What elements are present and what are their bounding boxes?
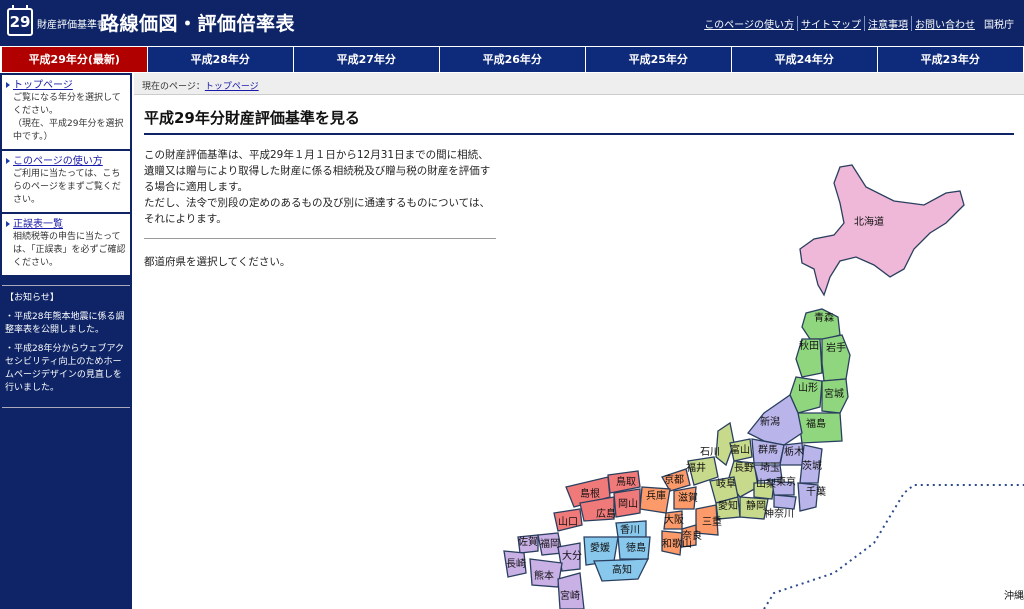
label-kyoto[interactable]: 京都 [664, 473, 684, 486]
label-oita[interactable]: 大分 [562, 549, 582, 562]
contact-link[interactable]: お問い合わせ [912, 16, 978, 31]
label-okayama[interactable]: 岡山 [618, 498, 638, 510]
label-chiba[interactable]: 千葉 [806, 485, 826, 498]
label-yamaguchi[interactable]: 山口 [558, 516, 578, 528]
calendar-logo-icon: 29 [7, 5, 33, 36]
sitemap-link[interactable]: サイトマップ [798, 16, 865, 31]
label-shiga[interactable]: 滋賀 [678, 491, 698, 504]
tab-h27[interactable]: 平成27年分 [294, 47, 439, 72]
label-kagawa[interactable]: 香川 [620, 524, 640, 536]
notice-item: ・平成28年熊本地震に係る調整率表を公開しました。 [5, 312, 125, 335]
label-nagano[interactable]: 長野 [734, 462, 754, 474]
breadcrumb-top-link[interactable]: トップページ [205, 82, 259, 92]
utility-nav: このページの使い方 サイトマップ 注意事項 お問い合わせ 国税庁 [701, 16, 1014, 31]
tab-h28[interactable]: 平成28年分 [148, 47, 293, 72]
label-kanagawa[interactable]: 神奈川 [764, 507, 794, 520]
label-shizuoka[interactable]: 静岡 [746, 499, 766, 512]
label-fukui[interactable]: 福井 [686, 461, 706, 474]
agency-link[interactable]: 国税庁 [978, 16, 1014, 31]
label-gifu[interactable]: 岐阜 [716, 477, 736, 490]
sidebar-note: （現在、平成29年分を選択中です。） [13, 119, 124, 142]
sidebar-link-errata[interactable]: 正誤表一覧 [13, 218, 126, 231]
label-hiroshima[interactable]: 広島 [596, 507, 616, 520]
pref-iwate[interactable] [821, 334, 851, 382]
tab-h26[interactable]: 平成26年分 [440, 47, 585, 72]
label-saitama[interactable]: 埼玉 [760, 461, 780, 474]
notice-box: 【お知らせ】 ・平成28年熊本地震に係る調整率表を公開しました。 ・平成28年分… [2, 285, 130, 408]
sidebar-link-usage[interactable]: このページの使い方 [13, 155, 126, 168]
label-miyazaki[interactable]: 宮崎 [560, 589, 580, 602]
label-ehime[interactable]: 愛媛 [590, 541, 610, 554]
sidebar: トップページ ご覧になる年分を選択してください。 （現在、平成29年分を選択中で… [0, 73, 132, 609]
label-tochigi[interactable]: 栃木 [784, 445, 804, 458]
pref-kanagawa[interactable] [773, 494, 797, 510]
label-okinawa[interactable]: 沖縄 [1004, 589, 1024, 602]
sidebar-text: 相続税等の申告に当たっては、「正誤表」を必ずご確認ください。 [13, 232, 126, 268]
label-nagasaki[interactable]: 長崎 [506, 557, 526, 570]
intro-paragraph: ただし、法令で別段の定めのあるもの及び別に通達するものについては、それによります… [144, 197, 490, 225]
pref-hokkaido[interactable] [799, 164, 965, 297]
notice-item: ・平成28年分からウェブアクセシビリティ向上のためホームページデザインの見直しを… [5, 344, 125, 393]
label-iwate[interactable]: 岩手 [826, 341, 846, 354]
label-miyagi[interactable]: 宮城 [824, 387, 844, 400]
intro-paragraph: この財産評価基準は、平成29年１月１日から12月31日までの間に相続、遺贈又は贈… [144, 149, 491, 193]
site-title[interactable]: 路線価図・評価倍率表 [100, 9, 295, 36]
main-content: 現在のページ：トップページ 平成29年分財産評価基準を見る この財産評価基準は、… [134, 73, 1024, 609]
label-tokyo[interactable]: 東京 [776, 475, 796, 488]
label-hokkaido[interactable]: 北海道 [854, 215, 884, 228]
sidebar-text: ご覧になる年分を選択してください。 [13, 93, 121, 116]
label-osaka[interactable]: 大阪 [664, 513, 684, 526]
label-tottori[interactable]: 鳥取 [616, 475, 636, 488]
label-aichi[interactable]: 愛知 [718, 499, 738, 512]
tab-h24[interactable]: 平成24年分 [732, 47, 877, 72]
select-prompt: 都道府県を選択してください。 [144, 256, 291, 268]
breadcrumb: 現在のページ：トップページ [134, 73, 1024, 95]
intro-text: この財産評価基準は、平成29年１月１日から12月31日までの間に相続、遺贈又は贈… [144, 147, 499, 227]
label-aomori[interactable]: 青森 [814, 311, 834, 324]
divider [144, 238, 496, 239]
label-hyogo[interactable]: 兵庫 [646, 489, 666, 502]
label-ibaraki[interactable]: 茨城 [802, 459, 822, 472]
breadcrumb-prefix: 現在のページ： [142, 82, 205, 92]
site-header: 29 財産評価基準書 路線価図・評価倍率表 このページの使い方 サイトマップ 注… [0, 0, 1024, 46]
label-ishikawa[interactable]: 石川 [700, 447, 720, 458]
label-kumamoto[interactable]: 熊本 [534, 569, 554, 582]
tab-h29[interactable]: 平成29年分(最新) [2, 47, 147, 72]
label-tokushima[interactable]: 徳島 [626, 541, 646, 554]
sidebar-item-errata: 正誤表一覧 相続税等の申告に当たっては、「正誤表」を必ずご確認ください。 [2, 214, 130, 275]
notes-link[interactable]: 注意事項 [865, 16, 912, 31]
page-title: 平成29年分財産評価基準を見る [144, 107, 1014, 135]
notice-title: 【お知らせ】 [5, 293, 59, 303]
label-yamanashi[interactable]: 山梨 [756, 477, 776, 490]
tab-h23[interactable]: 平成23年分 [878, 47, 1023, 72]
label-fukuoka[interactable]: 福岡 [540, 537, 560, 550]
sidebar-item-usage: このページの使い方 ご利用に当たっては、こちらのページをまずご覧ください。 [2, 151, 130, 212]
label-gunma[interactable]: 群馬 [758, 443, 778, 456]
site-subtitle: 財産評価基準書 [37, 20, 107, 31]
label-yamagata[interactable]: 山形 [798, 382, 818, 394]
year-tabs: 平成29年分(最新) 平成28年分 平成27年分 平成26年分 平成25年分 平… [0, 46, 1024, 73]
label-fukushima[interactable]: 福島 [806, 417, 826, 430]
sidebar-text: ご利用に当たっては、こちらのページをまずご覧ください。 [13, 169, 121, 205]
label-kochi[interactable]: 高知 [612, 563, 632, 576]
label-saga[interactable]: 佐賀 [518, 536, 538, 548]
sidebar-link-top[interactable]: トップページ [13, 79, 126, 92]
tab-h25[interactable]: 平成25年分 [586, 47, 731, 72]
label-akita[interactable]: 秋田 [799, 339, 819, 352]
label-wakayama[interactable]: 和歌山 [662, 537, 692, 550]
sidebar-item-top: トップページ ご覧になる年分を選択してください。 （現在、平成29年分を選択中で… [2, 75, 130, 149]
usage-link[interactable]: このページの使い方 [701, 16, 798, 31]
label-mie[interactable]: 三重 [702, 515, 722, 528]
label-shimane[interactable]: 島根 [580, 487, 600, 500]
japan-prefecture-map: 北海道 青森 秋田 岩手 山形 宮城 新潟 福島 石川 富山 群馬 栃木 福井 … [503, 164, 1024, 609]
label-niigata[interactable]: 新潟 [760, 415, 780, 428]
label-toyama[interactable]: 富山 [730, 443, 750, 456]
